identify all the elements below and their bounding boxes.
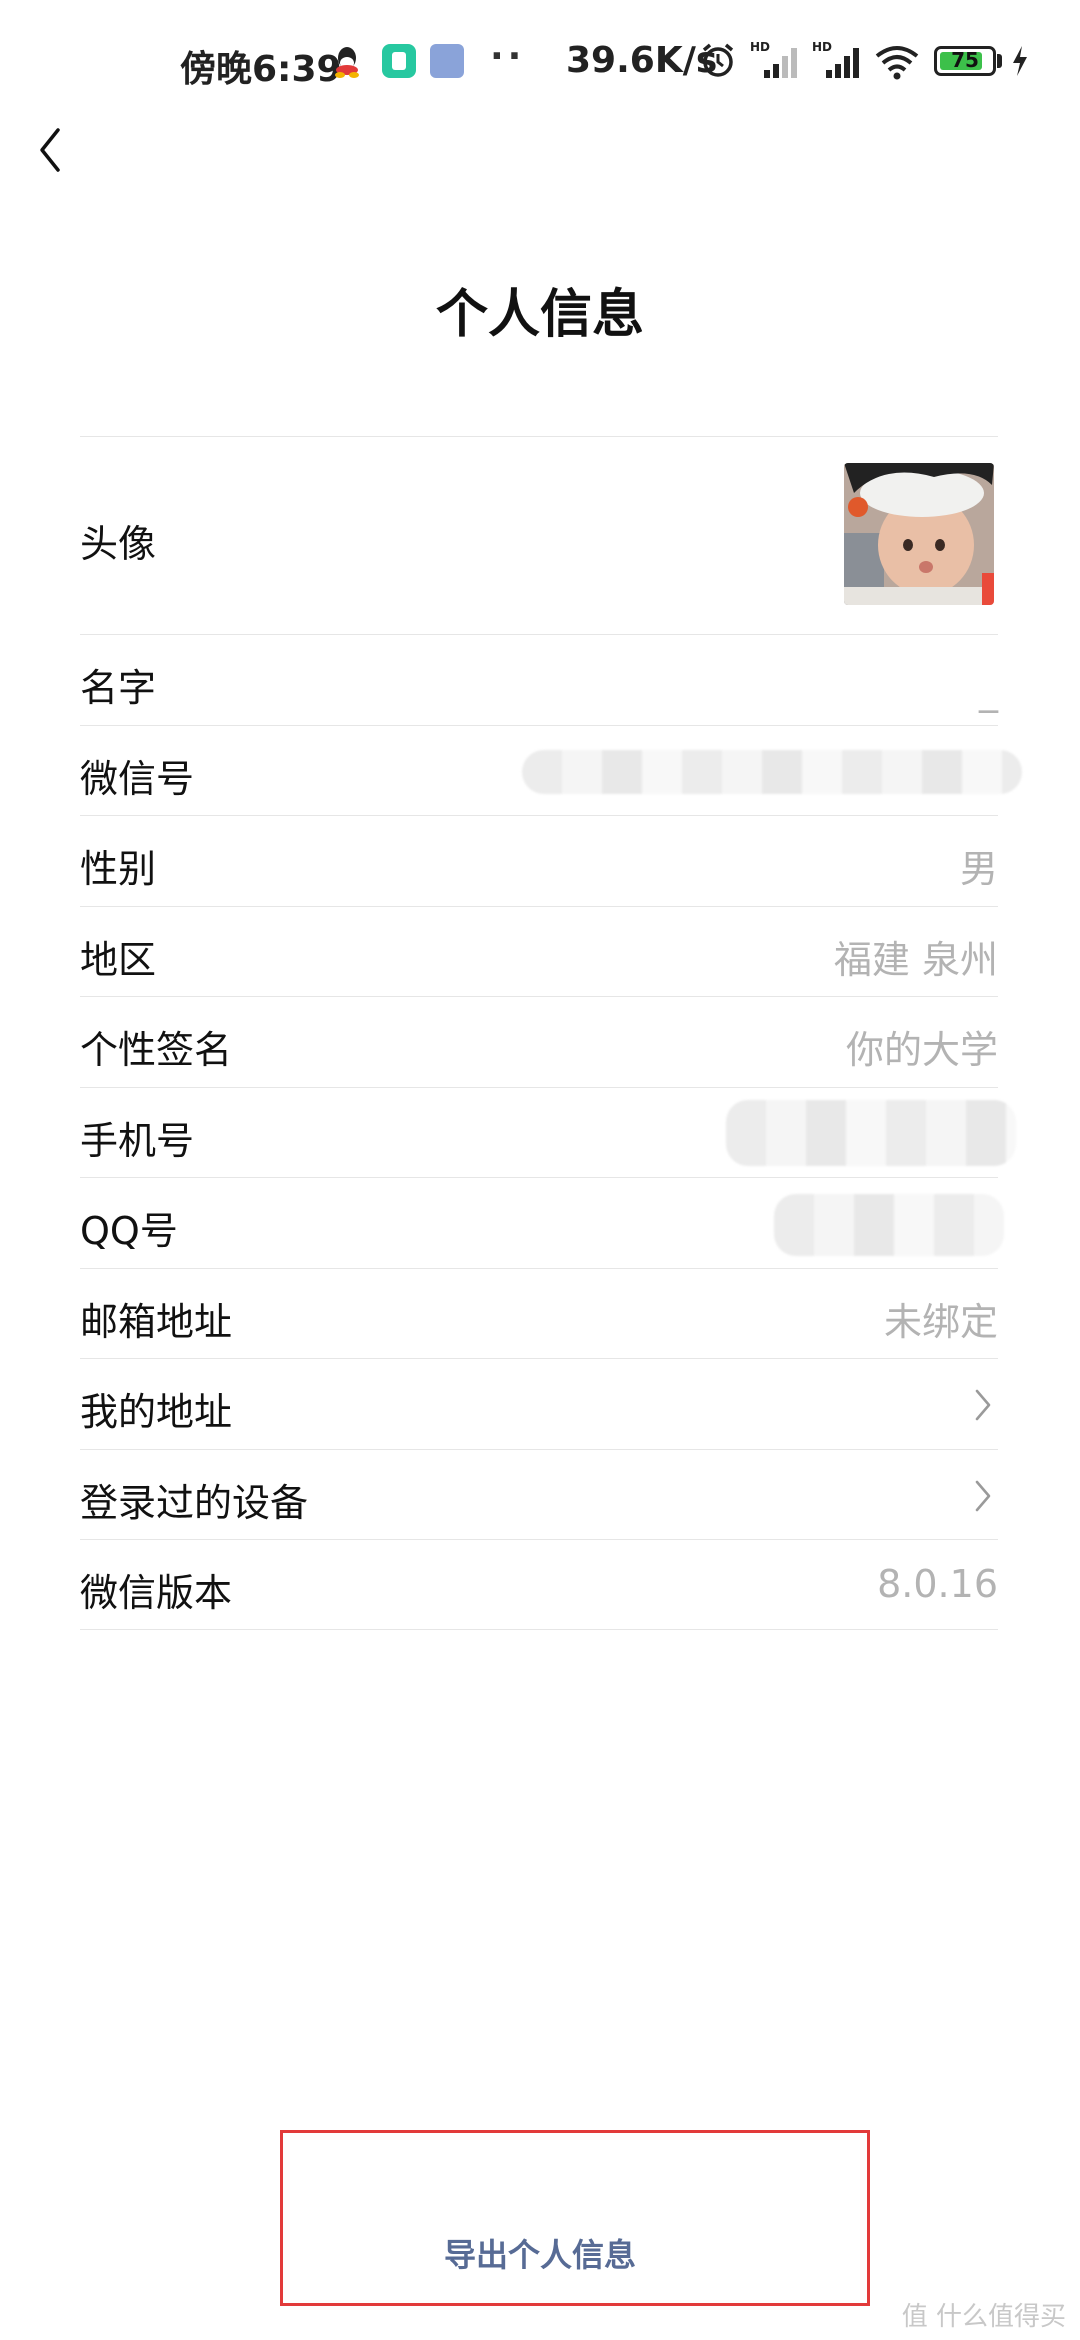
row-gender[interactable]: 性别 男 (80, 815, 998, 906)
version-value: 8.0.16 (877, 1562, 998, 1606)
row-label: 地区 (80, 938, 157, 982)
row-email[interactable]: 邮箱地址 未绑定 (80, 1268, 998, 1358)
row-label: 头像 (80, 522, 157, 566)
row-label: 手机号 (80, 1119, 195, 1163)
charging-icon (1013, 46, 1027, 76)
signature-value: 你的大学 (845, 1028, 998, 1072)
qq-blurred (774, 1194, 1004, 1256)
row-signature[interactable]: 个性签名 你的大学 (80, 996, 998, 1087)
app-shield-icon (382, 44, 416, 78)
back-chevron-left-icon[interactable] (28, 120, 72, 180)
gender-value: 男 (959, 847, 998, 891)
row-avatar[interactable]: 头像 (80, 436, 998, 634)
app-book-icon (430, 44, 464, 78)
watermark: 值 什么值得买 (901, 2302, 1066, 2332)
wechat-id-blurred (522, 750, 1022, 794)
row-name[interactable]: 名字 _ (80, 634, 998, 725)
phone-blurred (726, 1100, 1016, 1166)
svg-text:HD: HD (750, 40, 770, 54)
battery-cap (997, 54, 1002, 68)
chevron-right-icon (975, 1480, 991, 1512)
row-logged-devices[interactable]: 登录过的设备 (80, 1449, 998, 1539)
avatar[interactable] (844, 463, 994, 605)
row-label: 邮箱地址 (80, 1300, 233, 1344)
row-region[interactable]: 地区 福建 泉州 (80, 906, 998, 996)
row-label: 微信版本 (80, 1571, 233, 1615)
status-bar: 傍晚6:39 ·· 39.6K/s HD HD 75 (0, 0, 1080, 120)
battery-level-text: 75 (951, 48, 979, 72)
row-qq[interactable]: QQ号 (80, 1177, 1004, 1268)
export-highlight-box (280, 2130, 870, 2306)
page-title: 个人信息 (435, 285, 644, 345)
export-personal-info-link[interactable]: 导出个人信息 (0, 2230, 1080, 2276)
email-value: 未绑定 (883, 1300, 998, 1344)
status-time: 傍晚6:39 (180, 49, 342, 90)
row-label: 性别 (80, 847, 157, 891)
row-phone[interactable]: 手机号 (80, 1087, 1016, 1177)
row-label: 登录过的设备 (80, 1481, 309, 1525)
alarm-icon (702, 43, 734, 77)
signal-hd-icon: HD (750, 40, 797, 78)
network-speed: 39.6K/s (566, 40, 718, 81)
battery-icon: 75 (934, 46, 996, 76)
row-label: QQ号 (80, 1209, 178, 1253)
signal-hd-icon: HD (812, 40, 859, 78)
row-label: 名字 (80, 666, 157, 710)
row-label: 微信号 (80, 757, 195, 801)
chevron-right-icon (975, 1389, 991, 1421)
row-wechat-id[interactable]: 微信号 (80, 725, 1022, 815)
name-value: _ (979, 669, 998, 713)
region-value: 福建 泉州 (833, 938, 998, 982)
row-wechat-version[interactable]: 微信版本 8.0.16 (80, 1539, 998, 1630)
row-label: 个性签名 (80, 1028, 233, 1072)
row-label: 我的地址 (80, 1390, 233, 1434)
svg-text:HD: HD (812, 40, 832, 54)
wifi-icon (875, 46, 919, 80)
row-my-address[interactable]: 我的地址 (80, 1358, 998, 1449)
qq-icon (335, 47, 359, 78)
more-notifications-icon: ·· (490, 36, 526, 77)
